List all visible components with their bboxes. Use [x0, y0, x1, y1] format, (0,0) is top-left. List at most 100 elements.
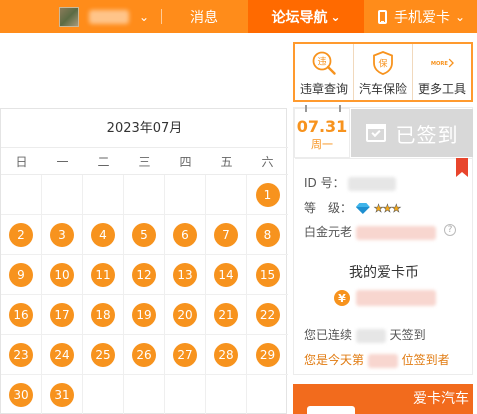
mobile-app-menu[interactable]: 手机爱卡 ⌄ — [366, 0, 477, 33]
calendar-day-cell: 7 — [206, 215, 247, 255]
calendar-day-cell: 25 — [83, 335, 124, 375]
calendar-day-cell: 24 — [42, 335, 83, 375]
calendar-day-cell — [124, 175, 165, 215]
calendar-day-cell — [165, 375, 206, 414]
signin-panel: 07.31 周一 已签到 ID 号： 等 级： ★★★ 白金元老 ? 我的爱卡币… — [293, 105, 473, 375]
id-label: ID 号： — [304, 176, 345, 190]
signed-day-marker: 18 — [91, 302, 115, 327]
tool-label: 更多工具 — [417, 82, 466, 96]
phone-icon — [377, 9, 387, 24]
ad-tab — [307, 406, 355, 414]
ad-banner[interactable]: 爱卡汽车 — [293, 384, 473, 414]
coins-title: 我的爱卡币 — [349, 265, 419, 281]
tool-label: 违章查询 — [299, 82, 348, 96]
streak-prefix: 您已连续 — [304, 328, 353, 342]
calendar-day-cell: 12 — [124, 255, 165, 295]
calendar-day-cell: 20 — [165, 295, 206, 335]
calendar-check-icon — [365, 124, 386, 142]
signed-day-marker: 7 — [214, 222, 238, 247]
calendar-day-cell — [83, 375, 124, 414]
streak-row: 您已连续 天签到 — [304, 326, 426, 343]
calendar-day-cell: 9 — [1, 255, 42, 295]
top-bar: ⌄ 消息 论坛导航 ⌄ 手机爱卡 ⌄ — [0, 0, 477, 33]
signed-day-marker: 28 — [214, 342, 238, 367]
tool-car-insurance[interactable]: 保 汽车保险 — [354, 44, 413, 100]
signed-day-marker: 2 — [9, 222, 33, 247]
more-arrow-icon: MORE — [429, 50, 455, 76]
signed-day-marker: 4 — [91, 222, 115, 247]
calendar-title: 2023年07月 — [106, 121, 183, 136]
weekday-header: 日一二三四五六 — [1, 147, 288, 175]
rank-row: 您是今天第 位签到者 — [304, 351, 450, 368]
rank-suffix: 位签到者 — [401, 353, 450, 367]
calendar-day-cell — [1, 175, 42, 215]
signed-day-marker: 6 — [173, 222, 197, 247]
tool-label: 汽车保险 — [358, 82, 407, 96]
forum-nav-menu[interactable]: 论坛导航 ⌄ — [248, 0, 364, 33]
user-menu[interactable]: ⌄ — [55, 0, 161, 33]
calendar-day-cell: 11 — [83, 255, 124, 295]
chevron-down-icon: ⌄ — [330, 9, 341, 24]
signed-day-marker: 13 — [173, 262, 197, 287]
signed-in-button[interactable]: 已签到 — [351, 109, 473, 157]
calendar-day-cell: 3 — [42, 215, 83, 255]
signed-day-marker: 26 — [132, 342, 156, 367]
calendar-day-cell: 23 — [1, 335, 42, 375]
signed-day-marker: 16 — [9, 302, 33, 327]
calendar-day-cell: 6 — [165, 215, 206, 255]
user-level-row: 等 级： ★★★ — [304, 199, 401, 216]
calendar-day-cell: 21 — [206, 295, 247, 335]
calendar-day-cell — [83, 175, 124, 215]
signed-day-marker: 27 — [173, 342, 197, 367]
signed-day-marker: 23 — [9, 342, 33, 367]
page: ⌄ 消息 论坛导航 ⌄ 手机爱卡 ⌄ 违 违章查询 保 汽车保险 MORE 更多… — [0, 0, 477, 414]
calendar-day-cell: 13 — [165, 255, 206, 295]
calendar-day-cell: 17 — [42, 295, 83, 335]
tools-panel: 违 违章查询 保 汽车保险 MORE 更多工具 — [293, 42, 473, 102]
platinum-label: 白金元老 — [304, 225, 353, 239]
streak-suffix: 天签到 — [389, 328, 426, 342]
weekday-label: 一 — [56, 154, 69, 169]
messages-link[interactable]: 消息 — [162, 0, 246, 33]
diamond-icon — [356, 203, 370, 214]
calendar-day-cell: 2 — [1, 215, 42, 255]
signed-day-marker: 19 — [132, 302, 156, 327]
date-label: 07.31 — [296, 117, 348, 136]
calendar-day-cell — [165, 175, 206, 215]
today-date: 07.31 周一 — [294, 105, 350, 158]
signed-label: 已签到 — [395, 122, 459, 147]
streak-redacted — [355, 328, 386, 343]
chevron-down-icon: ⌄ — [139, 9, 150, 24]
weekday-label: 二 — [97, 154, 110, 169]
signed-day-marker: 11 — [91, 262, 115, 287]
coin-amount-redacted — [356, 290, 436, 306]
signed-day-marker: 14 — [214, 262, 238, 287]
svg-text:MORE: MORE — [431, 61, 449, 67]
divider — [295, 158, 473, 159]
svg-text:保: 保 — [378, 58, 387, 70]
signed-day-marker: 8 — [255, 222, 280, 247]
rank-redacted — [367, 353, 398, 368]
signed-day-marker: 9 — [9, 262, 33, 287]
calendar-day-cell: 16 — [1, 295, 42, 335]
calendar-day-cell: 14 — [206, 255, 247, 295]
calendar-day-cell: 27 — [165, 335, 206, 375]
signed-day-marker: 10 — [50, 262, 74, 287]
signed-day-marker: 24 — [50, 342, 74, 367]
calendar-day-cell — [124, 375, 165, 414]
calendar-day-cell: 4 — [83, 215, 124, 255]
calendar-day-cell: 5 — [124, 215, 165, 255]
signed-day-marker: 30 — [9, 382, 33, 407]
username[interactable] — [83, 9, 137, 25]
calendar-day-cell — [247, 375, 288, 414]
help-icon[interactable]: ? — [444, 224, 456, 236]
level-label: 等 级： — [304, 201, 353, 215]
tool-violation-search[interactable]: 违 违章查询 — [295, 44, 354, 100]
tool-more[interactable]: MORE 更多工具 — [413, 44, 471, 100]
calendar-grid: 1 2 3 4 5 6 7 8 9 10 11 12 13 14 15 16 17 18 19 20 21 22 23 24 2… — [1, 175, 288, 414]
signed-day-marker: 3 — [50, 222, 74, 247]
avatar[interactable] — [59, 6, 79, 27]
weekday-label: 四 — [179, 154, 192, 169]
svg-text:违: 违 — [317, 57, 326, 68]
calendar-day-cell: 10 — [42, 255, 83, 295]
